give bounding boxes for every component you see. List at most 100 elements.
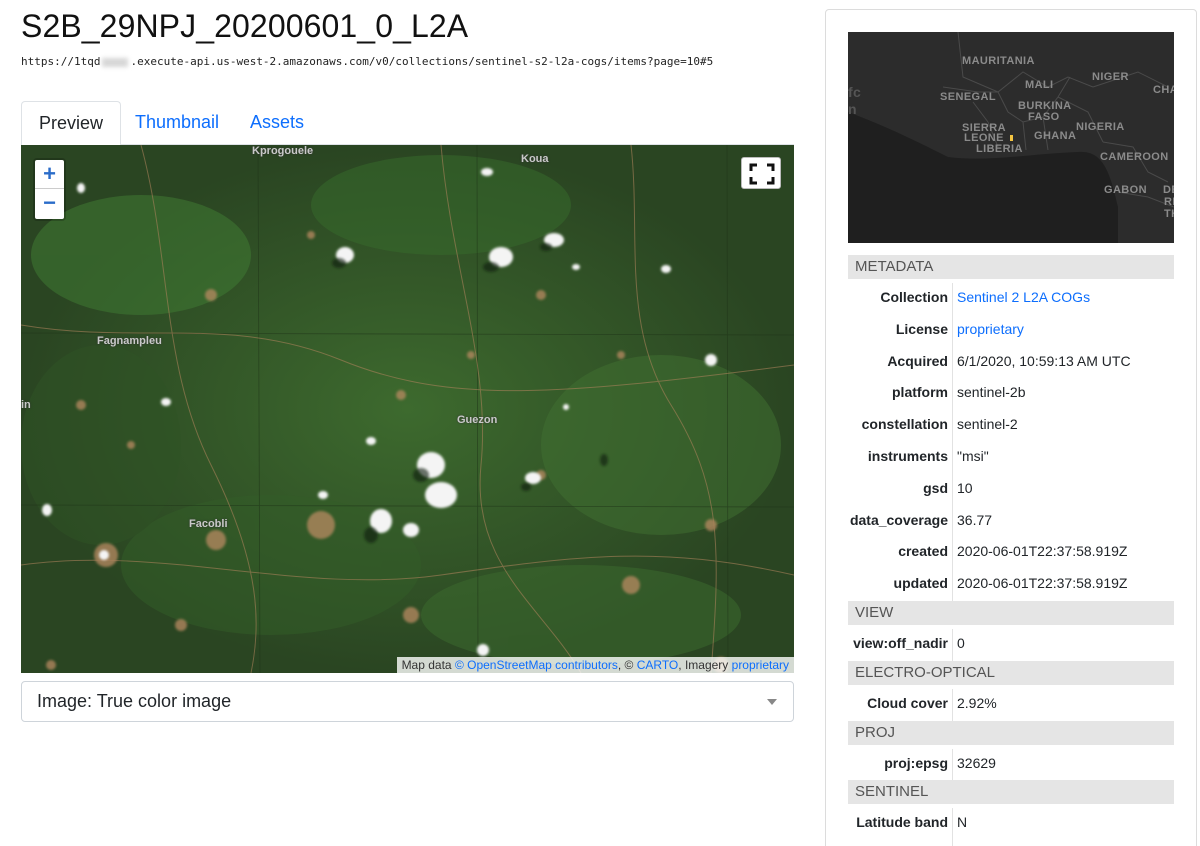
item-url: https://1tqd .execute-api.us-west-2.amazo… (21, 55, 713, 68)
page-title: S2B_29NPJ_20200601_0_L2A (21, 8, 469, 44)
column-divider (952, 283, 953, 315)
metadata-value: "msi" (957, 447, 989, 464)
column-divider (952, 748, 953, 781)
attribution-separator: , © (617, 658, 637, 672)
item-url-suffix: .execute-api.us-west-2.amazonaws.com/v0/… (130, 55, 714, 68)
metadata-row: Latitude band N (848, 808, 1174, 841)
map-label: TH (1164, 208, 1174, 220)
metadata-value: 2.92% (957, 694, 997, 711)
attribution-separator: , Imagery (678, 658, 732, 672)
metadata-row: constellation sentinel-2 (848, 410, 1174, 442)
place-label: Koua (521, 153, 549, 165)
metadata-row: Acquired 6/1/2020, 10:59:13 AM UTC (848, 346, 1174, 379)
metadata-key: proj:epsg (884, 754, 948, 771)
metadata-row: gsd 10 (848, 473, 1174, 506)
metadata-key: Acquired (887, 352, 948, 369)
map-label: SENEGAL (940, 91, 996, 103)
image-select-value: Image: True color image (37, 691, 232, 711)
metadata-value: 10 (957, 479, 973, 496)
column-divider (952, 628, 953, 661)
metadata-row: updated 2020-06-01T22:37:58.919Z (848, 569, 1174, 601)
metadata-key: platform (892, 384, 948, 401)
metadata-value: sentinel-2 (957, 416, 1018, 433)
metadata-key: Latitude band (856, 814, 948, 831)
metadata-value: 2020-06-01T22:37:58.919Z (957, 575, 1128, 592)
map-label: CHA (1153, 84, 1174, 96)
section-header: PROJ (848, 720, 1174, 745)
column-divider (952, 473, 953, 506)
metadata-key: instruments (867, 447, 948, 464)
metadata-key: data_coverage (849, 511, 948, 528)
tab-assets[interactable]: Assets (233, 101, 321, 145)
preview-map[interactable]: Kprogouele Koua Fagnampleu Guezon Facobl… (21, 145, 794, 673)
carto-attribution-link[interactable]: CARTO (637, 658, 679, 672)
metadata-link[interactable]: Sentinel 2 L2A COGs (957, 287, 1090, 307)
overview-minimap[interactable]: MAURITANIA MALI NIGER CHA SENEGAL BURKIN… (848, 32, 1174, 243)
satellite-imagery (21, 145, 794, 673)
metadata-row: platform sentinel-2b (848, 378, 1174, 411)
metadata-link[interactable]: proprietary (957, 319, 1024, 339)
metadata-value: 6/1/2020, 10:59:13 AM UTC (957, 352, 1131, 369)
section-header: METADATA (848, 255, 1174, 279)
metadata-value: 0 (957, 634, 965, 651)
map-label: GHANA (1034, 130, 1077, 142)
metadata-row: Collection Sentinel 2 L2A COGs (848, 283, 1174, 315)
place-label: Guezon (457, 414, 498, 426)
metadata-value: N (957, 814, 968, 831)
map-label: BURKINA (1018, 100, 1072, 112)
zoom-in-button[interactable]: + (35, 160, 64, 189)
column-divider (952, 346, 953, 379)
metadata-key: gsd (923, 479, 948, 496)
column-divider (952, 314, 953, 347)
metadata-row: Cloud cover 2.92% (848, 688, 1174, 721)
osm-attribution-link[interactable]: © OpenStreetMap contributors (455, 658, 618, 672)
metadata-row: proj:epsg 32629 (848, 748, 1174, 781)
item-footprint (1010, 135, 1013, 141)
map-label: FASO (1028, 111, 1060, 123)
column-divider (952, 378, 953, 411)
place-label: Facobli (189, 518, 228, 530)
metadata-key: updated (893, 575, 948, 592)
item-url-prefix: https://1tqd (21, 55, 101, 68)
metadata-row: instruments "msi" (848, 441, 1174, 474)
map-label: CAMEROON (1100, 151, 1169, 163)
map-label: MALI (1025, 79, 1054, 91)
map-label: NIGER (1092, 71, 1129, 83)
redacted-segment (102, 57, 129, 67)
map-label: fc (848, 84, 862, 100)
map-label: LEONE (964, 132, 1004, 144)
place-label: Kprogouele (252, 145, 314, 157)
section-header: SENTINEL (848, 780, 1174, 805)
item-details-panel: MAURITANIA MALI NIGER CHA SENEGAL BURKIN… (825, 9, 1197, 846)
metadata-key: Cloud cover (867, 694, 948, 711)
metadata-value: 32629 (957, 754, 996, 771)
metadata-key: License (895, 320, 948, 337)
zoom-out-button[interactable]: − (35, 189, 64, 218)
fullscreen-icon (749, 163, 775, 185)
tab-preview[interactable]: Preview (21, 101, 122, 146)
metadata-value: 36.77 (957, 511, 993, 528)
metadata-row: view:off_nadir 0 (848, 628, 1174, 661)
attribution-prefix: Map data (401, 658, 455, 672)
column-divider (952, 537, 953, 570)
metadata-value: 2020-06-01T22:37:58.919Z (957, 543, 1128, 560)
chevron-down-icon (767, 699, 777, 705)
place-label: in (21, 399, 31, 411)
column-divider (952, 569, 953, 601)
column-divider (952, 688, 953, 721)
metadata-key: created (898, 543, 948, 560)
metadata-key: view:off_nadir (853, 634, 948, 651)
fullscreen-button[interactable] (741, 157, 781, 189)
zoom-control: + − (33, 158, 66, 221)
column-divider (952, 840, 953, 846)
map-label: GABON (1104, 184, 1147, 196)
imagery-license-link[interactable]: proprietary (732, 658, 789, 672)
image-select[interactable]: Image: True color image (21, 681, 794, 722)
metadata-key: constellation (861, 416, 948, 433)
metadata-row: created 2020-06-01T22:37:58.919Z (848, 537, 1174, 570)
column-divider (952, 410, 953, 442)
section-header: ELECTRO-OPTICAL (848, 660, 1174, 685)
tab-thumbnail[interactable]: Thumbnail (118, 101, 236, 145)
metadata-row: License proprietary (848, 314, 1174, 347)
metadata-value: sentinel-2b (957, 384, 1026, 401)
